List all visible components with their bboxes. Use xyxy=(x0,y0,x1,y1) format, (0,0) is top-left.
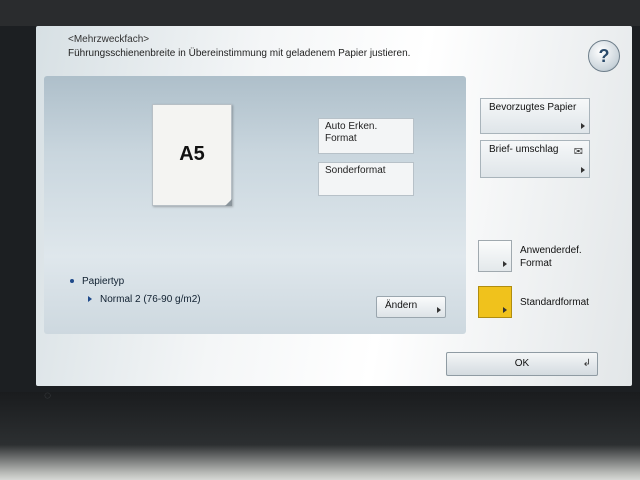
paper-type-value-row: Normal 2 (76-90 g/m2) xyxy=(88,294,201,305)
envelope-label: Brief- umschlag xyxy=(489,144,559,155)
arrow-right-icon xyxy=(503,261,507,267)
paper-size-label: A5 xyxy=(179,143,205,165)
device-bezel-bottom xyxy=(0,392,640,480)
user-defined-format-button[interactable] xyxy=(478,240,512,272)
custom-format-button[interactable]: Sonderformat xyxy=(318,162,414,196)
settings-panel: A5 Auto Erken. Format Sonderformat Papie… xyxy=(44,76,466,334)
arrow-right-icon xyxy=(581,167,585,173)
enter-arrow-icon: ↲ xyxy=(582,358,591,369)
bullet-dot-icon xyxy=(70,279,74,284)
page-corner-icon xyxy=(225,199,232,206)
ok-button[interactable]: OK ↲ xyxy=(446,352,598,376)
touch-screen: <Mehrzweckfach> Führungsschienenbreite i… xyxy=(36,26,632,386)
standard-format-label: Standardformat xyxy=(520,297,589,308)
ok-label: OK xyxy=(514,358,530,369)
preferred-paper-button[interactable]: Bevorzugtes Papier xyxy=(480,98,590,134)
tray-context-label: <Mehrzweckfach> xyxy=(68,34,150,45)
change-paper-type-button[interactable]: Ändern xyxy=(376,296,446,318)
device-indicator-icon: ◌ xyxy=(44,388,52,402)
envelope-button[interactable]: Brief- umschlag ✉ xyxy=(480,140,590,178)
paper-type-label: Papiertyp xyxy=(82,276,125,287)
user-defined-format-label: Anwenderdef. Format xyxy=(520,245,582,269)
paper-size-card: A5 xyxy=(152,104,232,206)
standard-format-button[interactable] xyxy=(478,286,512,318)
arrow-right-icon xyxy=(437,307,441,313)
change-button-label: Ändern xyxy=(385,300,418,311)
instruction-text: Führungsschienenbreite in Übereinstimmun… xyxy=(68,48,411,59)
arrow-right-icon xyxy=(581,123,585,129)
paper-type-heading: Papiertyp xyxy=(70,276,124,287)
arrow-right-icon xyxy=(503,307,507,313)
bullet-triangle-icon xyxy=(88,296,92,303)
help-icon: ? xyxy=(598,45,610,66)
help-button[interactable]: ? xyxy=(588,40,620,72)
device-bezel-top xyxy=(0,0,640,26)
auto-detect-format-button[interactable]: Auto Erken. Format xyxy=(318,118,414,154)
envelope-icon: ✉ xyxy=(573,146,583,158)
preferred-paper-label: Bevorzugtes Papier xyxy=(489,102,577,113)
paper-type-value: Normal 2 (76-90 g/m2) xyxy=(100,294,201,305)
